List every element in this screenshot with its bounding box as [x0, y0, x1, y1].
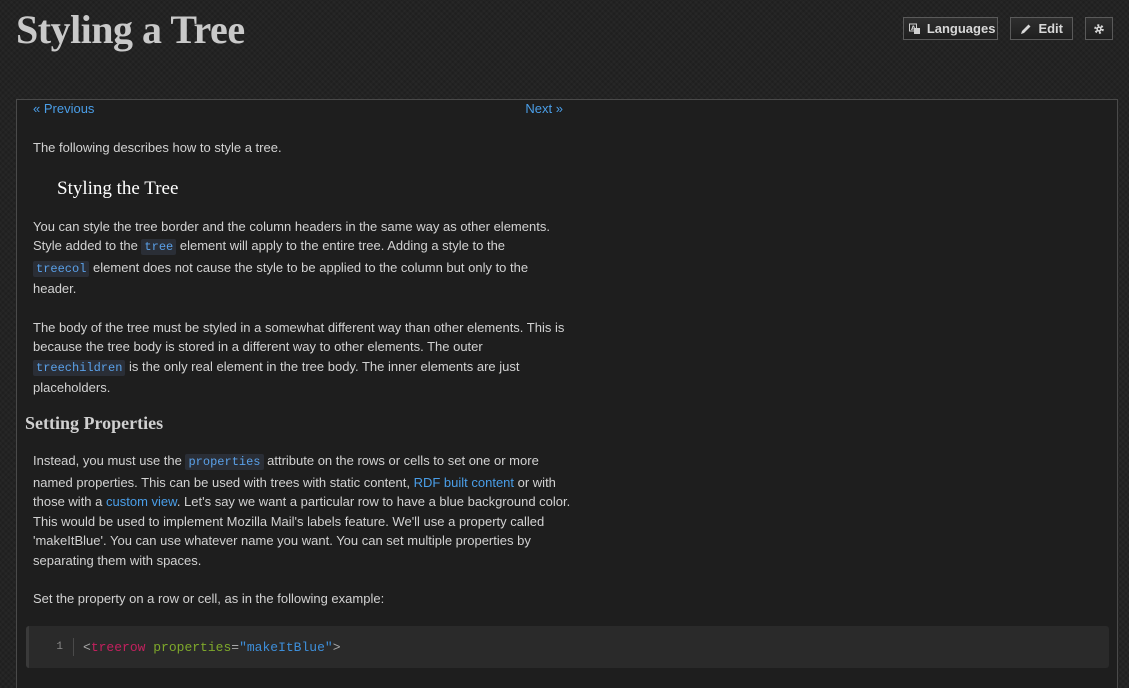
- code-tag: treerow: [90, 639, 146, 655]
- languages-button[interactable]: A Languages: [902, 17, 999, 40]
- svg-text:A: A: [911, 25, 916, 32]
- page-toolbar: A Languages Edit: [902, 17, 1113, 40]
- code-properties: properties: [185, 454, 264, 470]
- languages-label: Languages: [926, 21, 996, 36]
- page-title: Styling a Tree: [16, 7, 245, 52]
- edit-label: Edit: [1038, 21, 1063, 36]
- section-properties: Instead, you must use the properties att…: [33, 451, 573, 628]
- code-example: 1 <treerow properties="makeItBlue">: [26, 626, 1109, 668]
- rdf-built-content-link[interactable]: RDF built content: [414, 475, 514, 490]
- code-treecol: treecol: [33, 260, 90, 277]
- intro-paragraph: The following describes how to style a t…: [33, 140, 282, 155]
- next-link[interactable]: Next »: [525, 100, 563, 118]
- code-value: "makeItBlue": [239, 639, 333, 655]
- paragraph-tree-body: The body of the tree must be styled in a…: [33, 319, 565, 395]
- settings-button[interactable]: [1085, 17, 1113, 40]
- translate-icon: A: [908, 23, 921, 35]
- custom-view-link[interactable]: custom view: [106, 494, 177, 509]
- heading-setting-properties: Setting Properties: [25, 413, 164, 433]
- paragraph-example-intro: Set the property on a row or cell, as in…: [33, 591, 385, 606]
- pager: « Previous Next »: [33, 100, 563, 118]
- code-treechildren: treechildren: [33, 359, 126, 376]
- section-styling: The following describes how to style a t…: [33, 138, 565, 417]
- code-line: <treerow properties="makeItBlue">: [83, 639, 341, 655]
- code-attr: properties: [153, 639, 232, 655]
- edit-button[interactable]: Edit: [1010, 17, 1073, 40]
- heading-styling-the-tree: Styling the Tree: [57, 177, 179, 199]
- paragraph-style-border: You can style the tree border and the co…: [33, 218, 550, 296]
- article-content: « Previous Next » The following describe…: [16, 99, 1118, 688]
- gear-icon: [1093, 23, 1105, 35]
- pencil-icon: [1020, 23, 1032, 35]
- paragraph-properties: Instead, you must use the properties att…: [33, 453, 571, 568]
- previous-link[interactable]: « Previous: [33, 100, 94, 118]
- line-number: 1: [29, 638, 74, 656]
- code-tree: tree: [141, 239, 177, 255]
